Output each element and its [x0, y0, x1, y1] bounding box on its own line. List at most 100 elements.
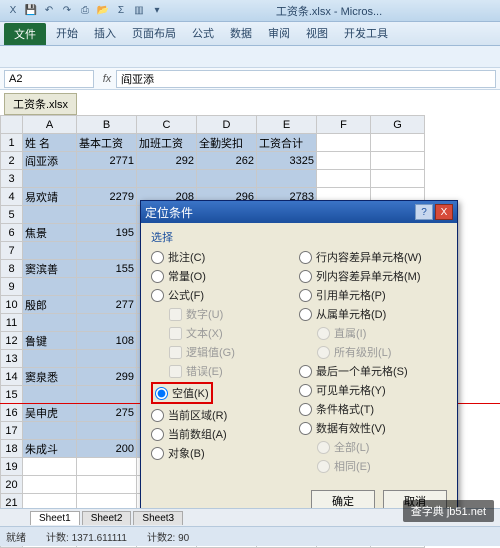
cell[interactable]: [77, 386, 137, 404]
undo-icon[interactable]: ↶: [42, 4, 56, 18]
cell[interactable]: [371, 152, 425, 170]
row-header[interactable]: 15: [1, 386, 23, 404]
option-公式(F)[interactable]: 公式(F): [151, 287, 299, 303]
sheet-tab-2[interactable]: Sheet2: [82, 511, 132, 525]
cell[interactable]: 277: [77, 296, 137, 314]
option-空值(K)[interactable]: 空值(K): [151, 382, 299, 404]
cell[interactable]: [137, 170, 197, 188]
cell[interactable]: 姓 名: [23, 134, 77, 152]
row-header[interactable]: 12: [1, 332, 23, 350]
dropdown-icon[interactable]: ▾: [150, 4, 164, 18]
cell[interactable]: [77, 350, 137, 368]
cell[interactable]: [77, 458, 137, 476]
cell[interactable]: 窦泉悉: [23, 368, 77, 386]
option-批注(C)[interactable]: 批注(C): [151, 249, 299, 265]
cell[interactable]: [23, 386, 77, 404]
col-header[interactable]: C: [137, 116, 197, 134]
cell[interactable]: [77, 242, 137, 260]
option-引用单元格(P)[interactable]: 引用单元格(P): [299, 287, 447, 303]
option-条件格式(T)[interactable]: 条件格式(T): [299, 401, 447, 417]
row-header[interactable]: 3: [1, 170, 23, 188]
row-header[interactable]: 4: [1, 188, 23, 206]
cell[interactable]: 2279: [77, 188, 137, 206]
row-header[interactable]: 6: [1, 224, 23, 242]
row-header[interactable]: 19: [1, 458, 23, 476]
cell[interactable]: 108: [77, 332, 137, 350]
cell[interactable]: 275: [77, 404, 137, 422]
tab-formula[interactable]: 公式: [184, 21, 222, 45]
cell[interactable]: 易欢靖: [23, 188, 77, 206]
sheet-tab-1[interactable]: Sheet1: [30, 511, 80, 525]
col-header[interactable]: D: [197, 116, 257, 134]
row-header[interactable]: 10: [1, 296, 23, 314]
cell[interactable]: [23, 206, 77, 224]
cell[interactable]: [197, 170, 257, 188]
row-header[interactable]: 18: [1, 440, 23, 458]
cell[interactable]: [23, 278, 77, 296]
cell[interactable]: [257, 170, 317, 188]
option-从属单元格(D)[interactable]: 从属单元格(D): [299, 306, 447, 322]
tab-developer[interactable]: 开发工具: [336, 21, 396, 45]
cell[interactable]: 195: [77, 224, 137, 242]
row-header[interactable]: 5: [1, 206, 23, 224]
cell[interactable]: [77, 206, 137, 224]
row-header[interactable]: 20: [1, 476, 23, 494]
cell[interactable]: 殷郎: [23, 296, 77, 314]
option-对象(B)[interactable]: 对象(B): [151, 445, 299, 461]
cell[interactable]: 3325: [257, 152, 317, 170]
cell[interactable]: [23, 170, 77, 188]
option-数据有效性(V)[interactable]: 数据有效性(V): [299, 420, 447, 436]
option-列内容差异单元格(M)[interactable]: 列内容差异单元格(M): [299, 268, 447, 284]
row-header[interactable]: 9: [1, 278, 23, 296]
cell[interactable]: [77, 170, 137, 188]
cell[interactable]: [77, 278, 137, 296]
cell[interactable]: [317, 152, 371, 170]
close-icon[interactable]: X: [435, 204, 453, 220]
col-header[interactable]: F: [317, 116, 371, 134]
cell[interactable]: [23, 242, 77, 260]
fx-icon[interactable]: fx: [98, 73, 116, 85]
col-header[interactable]: A: [23, 116, 77, 134]
tab-home[interactable]: 开始: [48, 21, 86, 45]
tab-review[interactable]: 审阅: [260, 21, 298, 45]
row-header[interactable]: 16: [1, 404, 23, 422]
option-可见单元格(Y)[interactable]: 可见单元格(Y): [299, 382, 447, 398]
cell[interactable]: 292: [137, 152, 197, 170]
tab-insert[interactable]: 插入: [86, 21, 124, 45]
cell[interactable]: 262: [197, 152, 257, 170]
cell[interactable]: [371, 170, 425, 188]
cell[interactable]: [317, 170, 371, 188]
workbook-tab[interactable]: 工资条.xlsx: [4, 93, 77, 115]
dialog-titlebar[interactable]: 定位条件 ? X: [141, 201, 457, 223]
cell[interactable]: [23, 314, 77, 332]
option-最后一个单元格(S)[interactable]: 最后一个单元格(S): [299, 363, 447, 379]
cell[interactable]: 299: [77, 368, 137, 386]
cell[interactable]: 加班工资: [137, 134, 197, 152]
col-header[interactable]: G: [371, 116, 425, 134]
cell[interactable]: 155: [77, 260, 137, 278]
chart-icon[interactable]: ▥: [132, 4, 146, 18]
redo-icon[interactable]: ↷: [60, 4, 74, 18]
tab-data[interactable]: 数据: [222, 21, 260, 45]
formula-input[interactable]: 阎亚添: [116, 70, 496, 88]
row-header[interactable]: 11: [1, 314, 23, 332]
cell[interactable]: 吴申虎: [23, 404, 77, 422]
option-当前数组(A)[interactable]: 当前数组(A): [151, 426, 299, 442]
cell[interactable]: 200: [77, 440, 137, 458]
row-header[interactable]: 7: [1, 242, 23, 260]
cell[interactable]: [23, 422, 77, 440]
sheet-tab-3[interactable]: Sheet3: [133, 511, 183, 525]
file-tab[interactable]: 文件: [4, 23, 46, 45]
cell[interactable]: 阎亚添: [23, 152, 77, 170]
cell[interactable]: 鲁键: [23, 332, 77, 350]
cell[interactable]: [23, 350, 77, 368]
cell[interactable]: [77, 422, 137, 440]
open-icon[interactable]: 📂: [96, 4, 110, 18]
cell[interactable]: [77, 476, 137, 494]
cell[interactable]: 工资合计: [257, 134, 317, 152]
print-icon[interactable]: ⎙: [78, 4, 92, 18]
cell[interactable]: [23, 476, 77, 494]
cell[interactable]: 朱成斗: [23, 440, 77, 458]
cell[interactable]: [317, 134, 371, 152]
cell[interactable]: 基本工资: [77, 134, 137, 152]
